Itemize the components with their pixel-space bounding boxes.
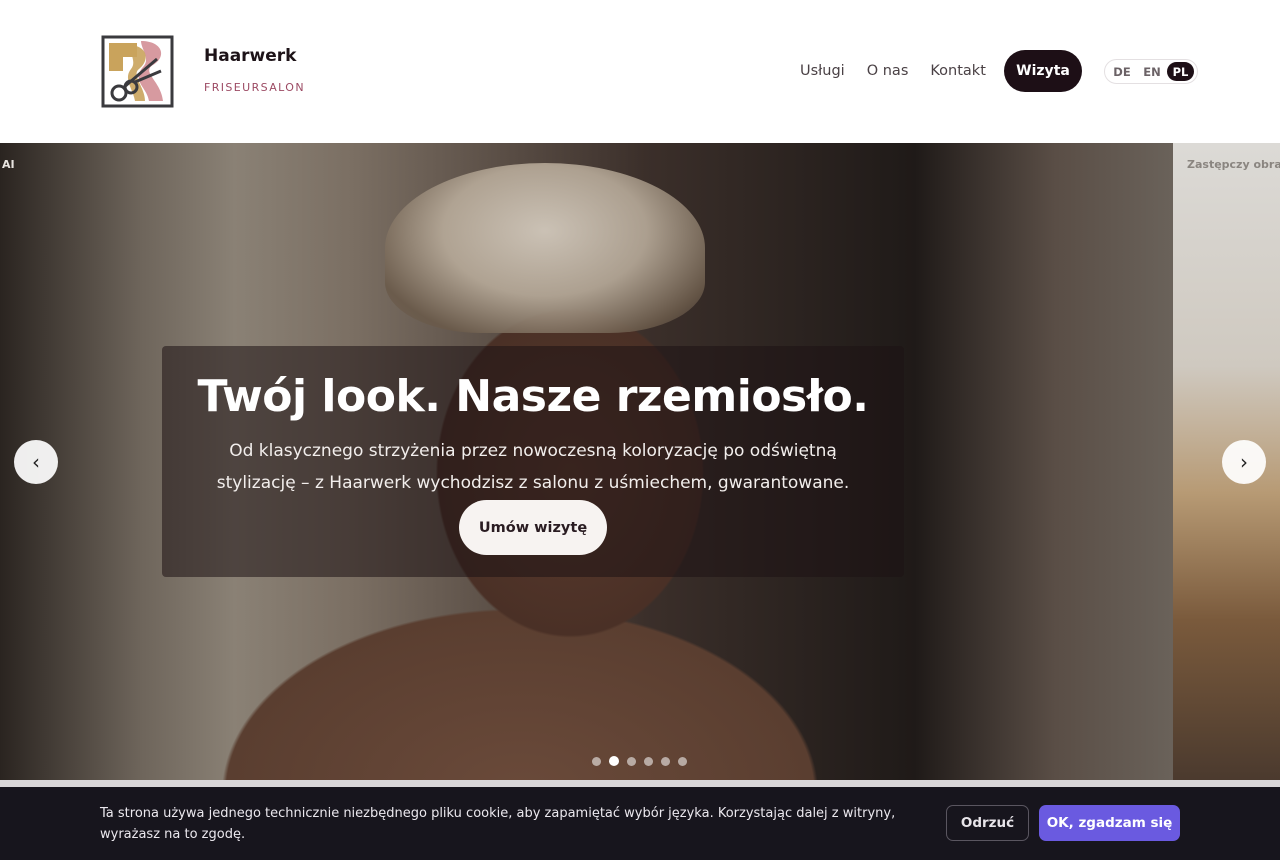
nav-link-services[interactable]: Usługi <box>800 63 845 79</box>
hero-title: Twój look. Nasze rzemiosło. <box>197 371 869 422</box>
hero-description: Od klasycznego strzyżenia przez nowoczes… <box>216 441 850 493</box>
appointment-button[interactable]: Wizyta <box>1004 50 1082 92</box>
nav-link-about[interactable]: O nas <box>867 63 909 79</box>
cookie-decline-button[interactable]: Odrzuć <box>946 805 1029 841</box>
carousel-dot-4[interactable] <box>644 756 653 766</box>
image-tag-right: Zastępczy obraz <box>1187 158 1280 171</box>
chevron-right-icon: › <box>1240 450 1248 474</box>
chevron-left-icon: ‹ <box>32 450 40 474</box>
book-appointment-button[interactable]: Umów wizytę <box>459 500 607 555</box>
carousel-dot-2[interactable] <box>609 756 619 766</box>
lang-pl[interactable]: PL <box>1167 62 1194 81</box>
cookie-banner: Ta strona używa jednego technicznie niez… <box>0 787 1280 860</box>
brand-subtitle: FRISEURSALON <box>204 81 305 94</box>
image-tag-left: AI <box>2 158 15 171</box>
cookie-accept-button[interactable]: OK, zgadzam się <box>1039 805 1180 841</box>
main-nav: Usługi O nas Kontakt <box>800 50 1008 92</box>
carousel-next-button[interactable]: › <box>1222 440 1266 484</box>
hero-carousel: AI Zastępczy obraz Twój look. Nasze rzem… <box>0 143 1280 780</box>
carousel-dots <box>592 756 695 766</box>
lang-de[interactable]: DE <box>1107 62 1137 81</box>
carousel-prev-button[interactable]: ‹ <box>14 440 58 484</box>
nav-link-contact[interactable]: Kontakt <box>930 63 986 79</box>
scissors-logo-icon[interactable] <box>101 35 174 108</box>
carousel-dot-6[interactable] <box>678 756 687 766</box>
hero-image-detail <box>385 163 705 333</box>
site-header: Haarwerk FRISEURSALON Usługi O nas Konta… <box>0 0 1280 143</box>
carousel-dot-3[interactable] <box>627 756 636 766</box>
brand-name[interactable]: Haarwerk <box>204 46 296 66</box>
lang-en[interactable]: EN <box>1137 62 1167 81</box>
cookie-text: Ta strona używa jednego technicznie niez… <box>100 806 896 842</box>
language-switcher: DE EN PL <box>1104 59 1198 84</box>
carousel-dot-1[interactable] <box>592 756 601 766</box>
section-divider <box>0 780 1280 787</box>
carousel-dot-5[interactable] <box>661 756 670 766</box>
